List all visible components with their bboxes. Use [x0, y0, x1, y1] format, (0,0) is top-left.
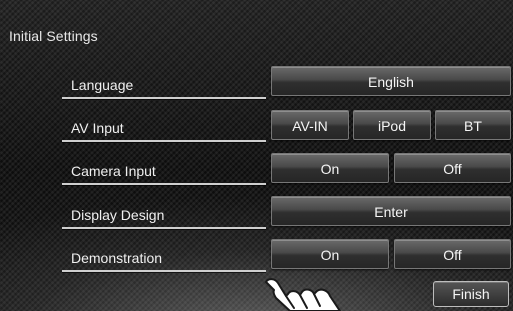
hand-pointer-icon: [265, 278, 341, 311]
camera-input-off-button[interactable]: Off: [394, 153, 511, 183]
demonstration-label: Demonstration: [71, 250, 163, 266]
page-title: Initial Settings: [9, 28, 98, 44]
av-input-bt-button[interactable]: BT: [435, 110, 511, 140]
camera-input-on-button[interactable]: On: [271, 153, 389, 183]
demonstration-on-button[interactable]: On: [271, 239, 389, 269]
display-design-label: Display Design: [71, 207, 165, 223]
display-design-enter-button[interactable]: Enter: [271, 196, 511, 226]
finish-button[interactable]: Finish: [433, 281, 509, 307]
camera-input-label-row: Camera Input: [62, 159, 266, 185]
demonstration-label-row: Demonstration: [62, 246, 266, 272]
av-input-av-in-button[interactable]: AV-IN: [271, 110, 349, 140]
initial-settings-screen: Initial Settings Language English AV Inp…: [0, 0, 513, 311]
camera-input-label: Camera Input: [71, 163, 156, 179]
language-label: Language: [71, 77, 134, 93]
display-design-label-row: Display Design: [62, 203, 266, 229]
demonstration-off-button[interactable]: Off: [394, 239, 511, 269]
av-input-ipod-button[interactable]: iPod: [353, 110, 431, 140]
language-english-button[interactable]: English: [271, 66, 511, 96]
language-label-row: Language: [62, 73, 266, 99]
av-input-label: AV Input: [71, 120, 124, 136]
av-input-label-row: AV Input: [62, 116, 266, 142]
